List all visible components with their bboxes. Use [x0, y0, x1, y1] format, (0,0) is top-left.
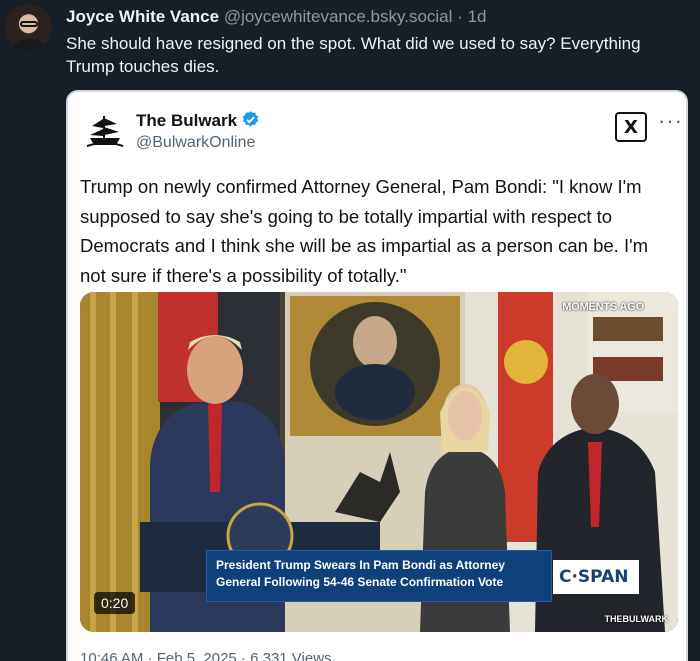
post-age[interactable]: 1d: [468, 7, 487, 26]
quote-author-label: The Bulwark: [136, 111, 238, 130]
x-logo-icon[interactable]: X: [615, 112, 647, 142]
video-player[interactable]: MOMENTS AGO President Trump Swears In Pa…: [80, 292, 678, 632]
quote-author-handle[interactable]: @BulwarkOnline: [136, 134, 255, 152]
quote-timestamp[interactable]: 10:46 AM · Feb 5, 2025 · 6,331 Views: [80, 650, 332, 661]
quote-text: Trump on newly confirmed Attorney Genera…: [80, 176, 649, 286]
news-chyron: President Trump Swears In Pam Bondi as A…: [206, 550, 552, 602]
chyron-line-1: President Trump Swears In Pam Bondi as A…: [216, 558, 505, 572]
more-icon[interactable]: ···: [658, 110, 683, 132]
post-header: Joyce White Vance @joycewhitevance.bsky.…: [66, 6, 486, 28]
author-name[interactable]: Joyce White Vance: [66, 7, 219, 26]
avatar-shirt: [13, 39, 45, 51]
quoted-post[interactable]: The Bulwark @BulwarkOnline X ··· Trump o…: [66, 90, 688, 661]
cspan-logo: C·SPAN: [553, 560, 639, 594]
video-duration: 0:20: [94, 592, 136, 614]
bulwark-watermark: THEBULWARK: [604, 614, 669, 624]
bluesky-post: Joyce White Vance @joycewhitevance.bsky.…: [0, 0, 700, 661]
bulwark-ship-logo: [86, 116, 124, 147]
avatar[interactable]: [5, 4, 52, 51]
post-text: She should have resigned on the spot. Wh…: [66, 34, 641, 76]
verified-badge-icon: [242, 111, 259, 127]
avatar-glasses: [20, 21, 38, 27]
x-logo-text: X: [624, 116, 638, 138]
chyron-line-2: General Following 54-46 Senate Confirmat…: [216, 575, 504, 589]
separator: ·: [457, 7, 463, 26]
moments-ago-label: MOMENTS AGO: [562, 301, 644, 313]
quote-author-name[interactable]: The Bulwark: [136, 110, 260, 131]
author-handle[interactable]: @joycewhitevance.bsky.social: [224, 7, 453, 26]
